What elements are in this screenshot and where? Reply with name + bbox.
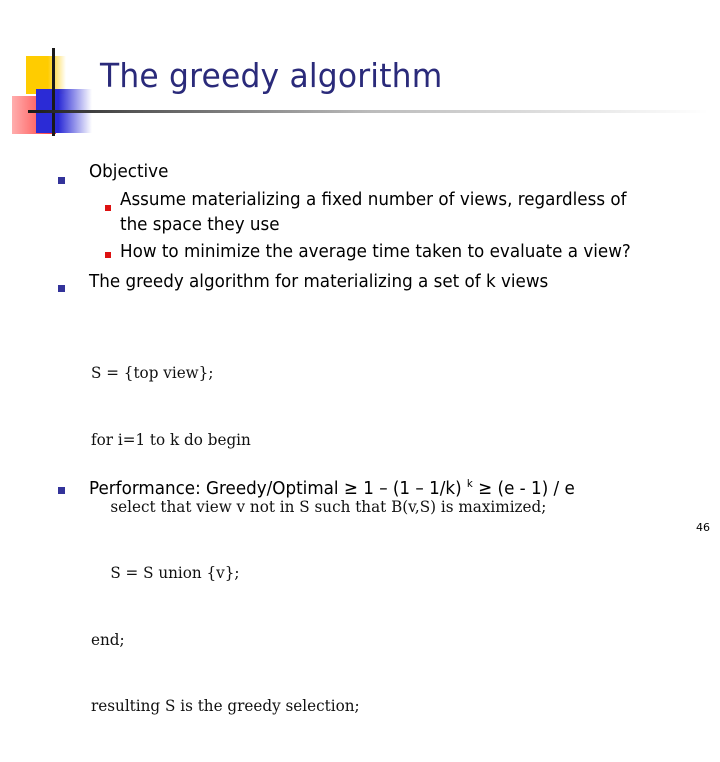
performance-prefix: Performance: Greedy/Optimal [89,478,344,499]
sub-bullet-assume-continued: the space they use [120,214,280,235]
code-line: S = {top view}; [91,364,214,383]
sub-bullet-assume: Assume materializing a fixed number of v… [120,189,627,210]
code-line: for i=1 to k do begin [91,431,251,449]
sub-bullet-minimize: How to minimize the average time taken t… [120,241,631,262]
yellow-square-decoration [26,56,66,94]
bullet-icon [58,177,65,184]
vertical-line-decoration [52,48,55,136]
page-number: 46 [696,521,710,534]
bullet-icon [58,285,65,292]
geq-symbol: ≥ [472,478,493,499]
performance-bound: 1 – (1 – 1/k) [357,478,467,499]
title-underline-divider [28,110,708,113]
code-line: resulting S is the greedy selection; [91,697,360,716]
blue-square-decoration [36,89,92,133]
sub-bullet-icon [105,205,111,211]
geq-symbol: ≥ [343,478,358,499]
bullet-greedy-algorithm: The greedy algorithm for materializing a… [89,271,549,292]
sub-bullet-icon [105,252,111,258]
bullet-performance: Performance: Greedy/Optimal ≥ 1 – (1 – 1… [89,473,575,500]
code-line: end; [91,630,125,649]
bullet-icon [58,487,65,494]
bullet-objective: Objective [89,161,169,182]
performance-ratio: (e - 1) / e [492,478,575,499]
red-square-decoration [12,96,56,134]
slide-title: The greedy algorithm [100,56,443,95]
code-line: S = S union {v}; [91,564,240,583]
